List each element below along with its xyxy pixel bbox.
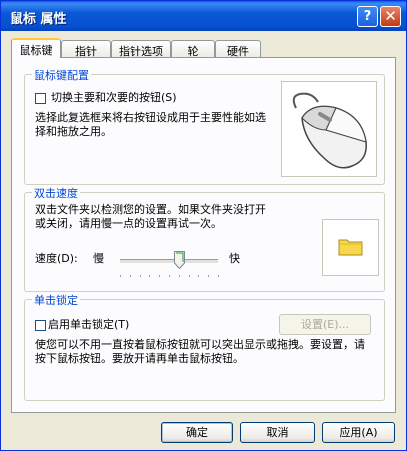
button-config-group: 鼠标键配置 切换主要和次要的按钮(S) 选择此复选框来将右按钮设成用于主要性能如… bbox=[24, 67, 385, 185]
click-lock-checkbox[interactable] bbox=[35, 320, 46, 331]
double-click-title: 双击速度 bbox=[32, 185, 80, 201]
double-click-description: 双击文件夹以检测您的设置。如果文件夹没打开或关闭，请用慢一点的设置再试一次。 bbox=[35, 203, 266, 230]
speed-slider-tick bbox=[120, 275, 121, 277]
help-button[interactable]: ? bbox=[357, 6, 378, 27]
title-bar[interactable]: 鼠标 属性 ? ✕ bbox=[1, 1, 406, 31]
speed-slider-tick bbox=[130, 275, 131, 277]
mouse-icon bbox=[292, 92, 367, 169]
folder-icon bbox=[338, 239, 363, 256]
speed-slider-tick bbox=[198, 275, 199, 277]
click-lock-description: 使您可以不用一直按着鼠标按钮就可以突出显示或拖拽。要设置，请按下鼠标按钮。要放开… bbox=[35, 338, 365, 365]
button-config-title: 鼠标键配置 bbox=[32, 67, 91, 83]
speed-slider-track[interactable] bbox=[120, 259, 218, 264]
speed-slider-tick bbox=[218, 275, 219, 277]
window-title: 鼠标 属性 bbox=[10, 12, 67, 27]
speed-fast-label: 快 bbox=[229, 252, 240, 265]
apply-button[interactable]: 应用(A) bbox=[322, 422, 395, 443]
speed-slider-tick bbox=[149, 275, 150, 277]
click-lock-title: 单击锁定 bbox=[32, 292, 80, 308]
speed-slider-tick bbox=[189, 275, 190, 277]
tab-wheel[interactable]: 轮 bbox=[171, 40, 215, 58]
speed-slider-tick bbox=[140, 275, 141, 277]
speed-slow-label: 慢 bbox=[93, 252, 104, 265]
tab-panel: 鼠标键配置 切换主要和次要的按钮(S) 选择此复选框来将右按钮设成用于主要性能如… bbox=[11, 57, 396, 413]
cancel-button[interactable]: 取消 bbox=[240, 422, 315, 443]
mouse-preview bbox=[281, 81, 377, 177]
test-folder-area[interactable] bbox=[322, 219, 379, 276]
tab-pointer-options[interactable]: 指针选项 bbox=[111, 40, 171, 58]
swap-buttons-label[interactable]: 切换主要和次要的按钮(S) bbox=[51, 91, 177, 105]
click-lock-settings-button[interactable]: 设置(E)... bbox=[279, 314, 371, 335]
speed-slider-tick bbox=[169, 275, 170, 277]
speed-slider-tick bbox=[179, 275, 180, 277]
swap-buttons-checkbox[interactable] bbox=[35, 93, 46, 104]
swap-buttons-description: 选择此复选框来将右按钮设成用于主要性能如选择和拖放之用。 bbox=[35, 111, 266, 138]
mouse-properties-dialog: 鼠标 属性 ? ✕ 鼠标键 指针 指针选项 轮 硬件 鼠标键配置 切换主要和次要… bbox=[0, 0, 407, 451]
close-button[interactable]: ✕ bbox=[380, 6, 401, 27]
speed-slider-tick bbox=[208, 275, 209, 277]
tab-pointers[interactable]: 指针 bbox=[61, 40, 111, 58]
tab-hardware[interactable]: 硬件 bbox=[215, 40, 261, 58]
speed-label: 速度(D): bbox=[35, 252, 78, 265]
tab-buttons[interactable]: 鼠标键 bbox=[11, 38, 61, 58]
ok-button[interactable]: 确定 bbox=[161, 422, 233, 443]
double-click-group: 双击速度 双击文件夹以检测您的设置。如果文件夹没打开或关闭，请用慢一点的设置再试… bbox=[24, 185, 385, 292]
speed-slider-thumb[interactable] bbox=[174, 251, 185, 269]
click-lock-label[interactable]: 启用单击锁定(T) bbox=[48, 318, 129, 332]
help-icon: ? bbox=[363, 9, 372, 24]
click-lock-group: 单击锁定 启用单击锁定(T) 设置(E)... 使您可以不用一直按着鼠标按钮就可… bbox=[24, 292, 385, 401]
close-icon: ✕ bbox=[384, 7, 397, 25]
speed-slider-tick bbox=[159, 275, 160, 277]
